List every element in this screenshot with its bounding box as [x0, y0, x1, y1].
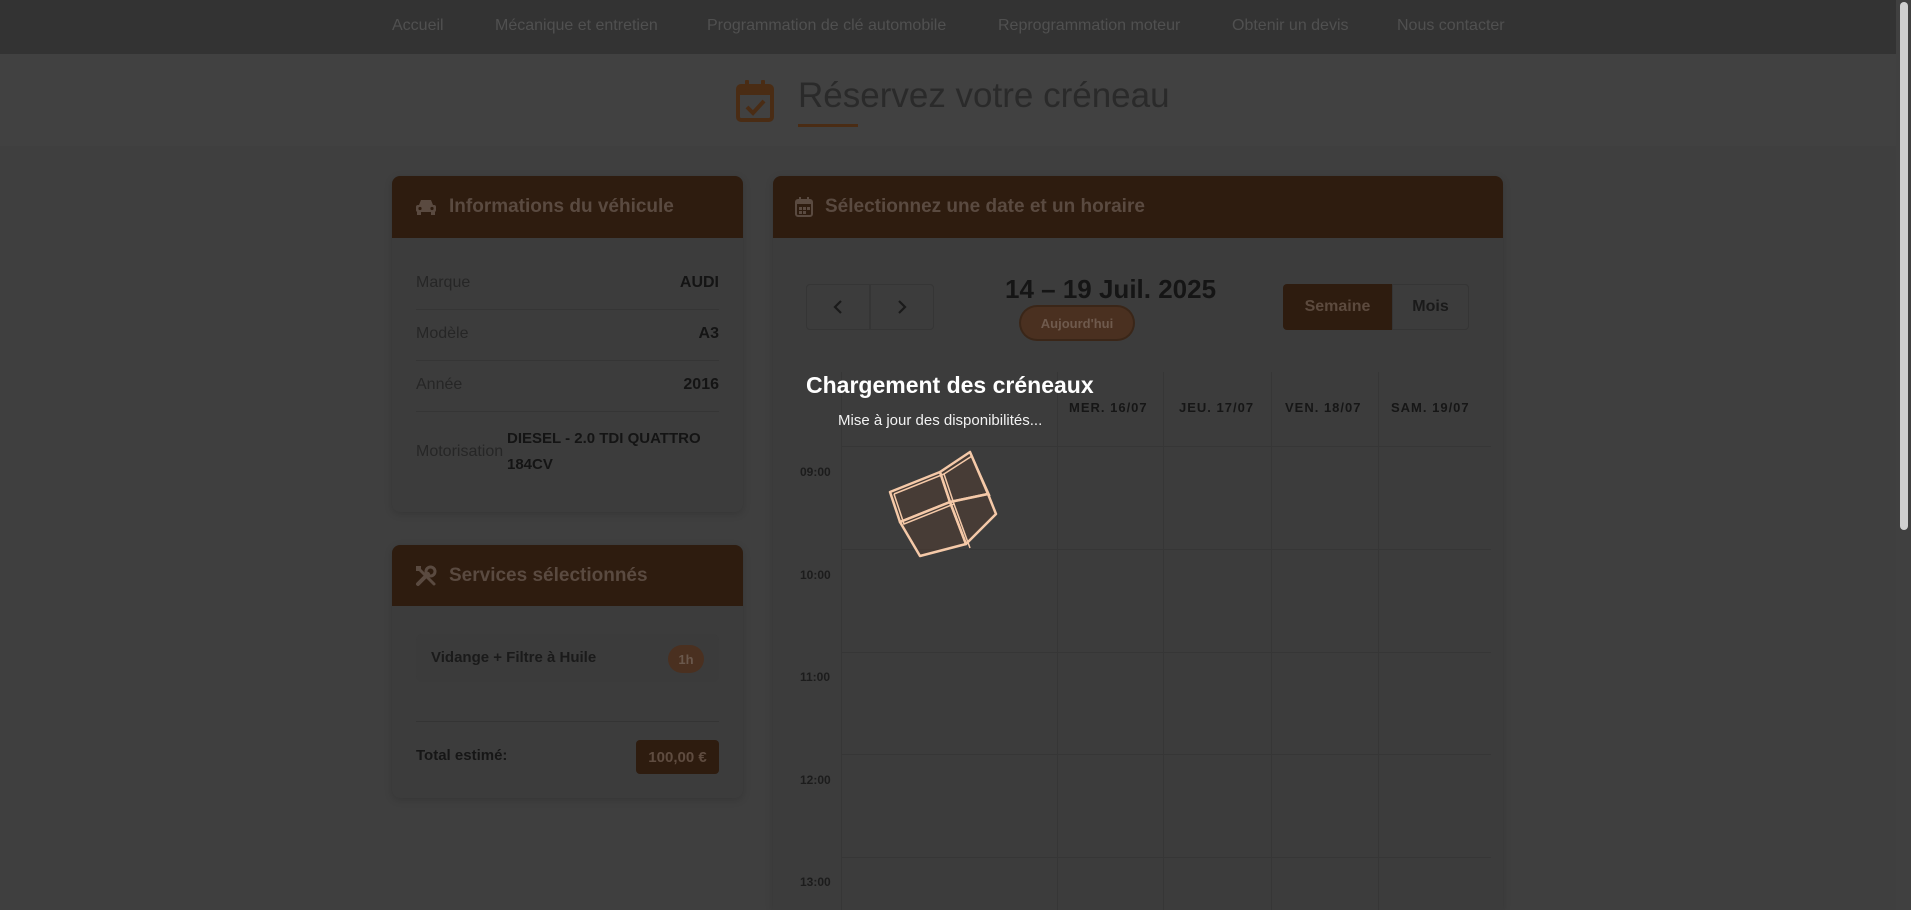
info-label: Marque: [416, 274, 471, 291]
week-range-label: 14 – 19 Juil. 2025: [1005, 274, 1217, 304]
service-duration-badge: 1h: [668, 645, 704, 673]
grid-line: [841, 857, 1491, 858]
grid-line: [1163, 372, 1164, 910]
services-divider: [416, 721, 719, 722]
page-scrollbar[interactable]: [1896, 0, 1911, 910]
info-row-modele: Modèle A3: [416, 310, 719, 361]
car-icon: [416, 200, 436, 215]
day-header-sat: SAM. 19/07: [1391, 400, 1470, 415]
info-row-annee: Année 2016: [416, 361, 719, 412]
info-label: Modèle: [416, 325, 469, 342]
next-week-button[interactable]: [870, 284, 934, 330]
time-label: 11:00: [800, 670, 831, 684]
calendar-check-icon: [736, 80, 774, 127]
time-label: 10:00: [800, 568, 831, 582]
page-title: Réservez votre créneau: [798, 76, 1170, 115]
prev-week-button[interactable]: [806, 284, 870, 330]
chevron-right-icon: [898, 300, 907, 314]
grid-line: [841, 372, 842, 910]
week-view-button[interactable]: Semaine: [1283, 284, 1392, 330]
grid-line: [841, 652, 1491, 653]
total-value-badge: 100,00 €: [636, 740, 719, 774]
info-row-motorisation: Motorisation DIESEL - 2.0 TDI QUATTRO 18…: [416, 412, 719, 492]
loader-subtitle: Mise à jour des disponibilités...: [838, 412, 1043, 429]
info-value: AUDI: [679, 274, 719, 291]
scrollbar-thumb[interactable]: [1900, 2, 1908, 530]
grid-line: [841, 446, 1491, 447]
month-view-button[interactable]: Mois: [1392, 284, 1469, 330]
info-value: DIESEL - 2.0 TDI QUATTRO 184CV: [507, 430, 701, 473]
time-label: 09:00: [800, 465, 831, 479]
info-label: Motorisation: [416, 443, 504, 460]
nav-devis[interactable]: Obtenir un devis: [1232, 17, 1349, 35]
calendar-card-header: Sélectionnez une date et un horaire: [773, 176, 1503, 238]
grid-line: [841, 754, 1491, 755]
top-navigation: Accueil Mécanique et entretien Programma…: [0, 0, 1896, 54]
day-header-wed: MER. 16/07: [1069, 400, 1148, 415]
grid-line: [1057, 372, 1058, 910]
day-header-thu: JEU. 17/07: [1179, 400, 1255, 415]
time-label: 12:00: [800, 773, 831, 787]
loading-cube-icon: [886, 448, 1008, 563]
nav-reprogrammation[interactable]: Reprogrammation moteur: [998, 17, 1180, 35]
info-value: 2016: [683, 376, 719, 393]
nav-mecanique[interactable]: Mécanique et entretien: [495, 17, 658, 35]
title-underline: [798, 124, 858, 127]
grid-line: [1271, 372, 1272, 910]
chevron-left-icon: [833, 300, 842, 314]
grid-line: [1378, 372, 1379, 910]
day-header-fri: VEN. 18/07: [1285, 400, 1362, 415]
vehicle-card-header: Informations du véhicule: [392, 176, 743, 238]
tools-icon: [416, 565, 437, 586]
services-card-title: Services sélectionnés: [449, 564, 648, 586]
loader-title: Chargement des créneaux: [806, 372, 1094, 398]
time-label: 13:00: [800, 875, 831, 889]
info-row-marque: Marque AUDI: [416, 259, 719, 310]
services-card-header: Services sélectionnés: [392, 545, 743, 606]
vehicle-info-card: Informations du véhicule Marque AUDI Mod…: [392, 176, 743, 512]
nav-contact[interactable]: Nous contacter: [1397, 17, 1505, 35]
vehicle-card-title: Informations du véhicule: [449, 196, 674, 217]
services-card: Services sélectionnés Vidange + Filtre à…: [392, 545, 743, 798]
service-item: Vidange + Filtre à Huile 1h: [416, 634, 719, 682]
nav-programmation-cle[interactable]: Programmation de clé automobile: [707, 17, 946, 35]
info-value: A3: [698, 325, 719, 342]
today-button[interactable]: Aujourd'hui: [1021, 307, 1133, 339]
info-label: Année: [416, 376, 463, 393]
nav-accueil[interactable]: Accueil: [392, 17, 444, 35]
calendar-icon: [795, 197, 813, 217]
total-label: Total estimé:: [416, 747, 508, 764]
service-name: Vidange + Filtre à Huile: [431, 649, 597, 666]
calendar-card-title: Sélectionnez une date et un horaire: [825, 196, 1145, 217]
